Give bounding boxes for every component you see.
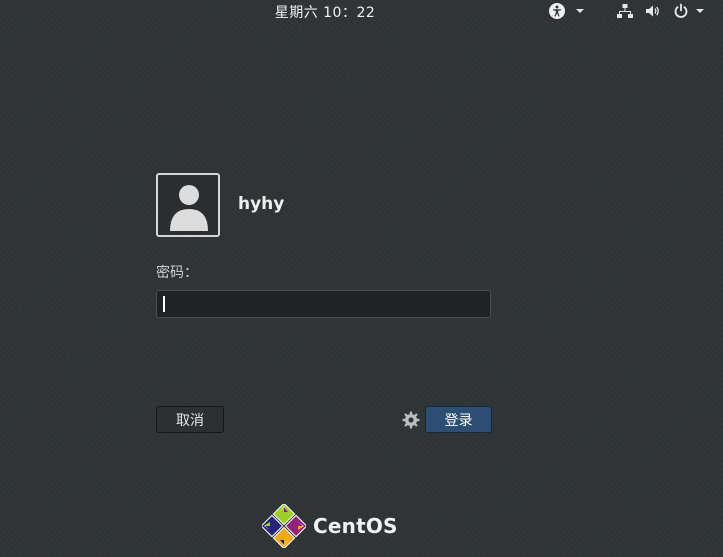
cancel-button[interactable]: 取消 [156,406,224,433]
power-icon [674,3,688,18]
network-wired-icon [617,4,633,18]
username: hyhy [238,194,285,214]
accessibility-icon [549,3,565,19]
avatar [156,173,220,237]
text-caret [163,296,165,312]
system-menu[interactable] [616,2,708,20]
chevron-down-icon [576,9,584,13]
chevron-down-icon [696,9,704,13]
password-input[interactable] [156,290,491,318]
user-silhouette-icon [170,185,208,231]
gear-icon[interactable] [402,411,420,429]
centos-logo [262,504,306,548]
volume-icon [646,5,659,17]
login-button[interactable]: 登录 [425,406,492,433]
top-bar: 星期六 10：22 [0,0,723,22]
centos-wordmark: CentOS [313,514,398,538]
password-label: 密码： [156,265,198,281]
accessibility-menu[interactable] [548,2,588,20]
centos-brand: CentOS [262,504,398,548]
